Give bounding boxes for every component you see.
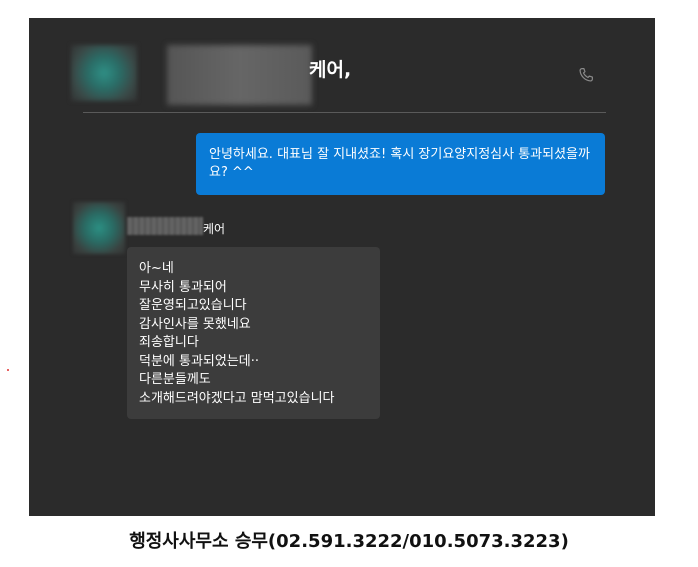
sender-name-redacted [127, 217, 203, 235]
message-line: 아~네 [139, 261, 174, 276]
sender-avatar[interactable] [73, 202, 125, 254]
page: 케어, 안녕하세요. 대표님 잘 지내셨죠! 혹시 장기요양지정심사 통과되셨을… [0, 0, 698, 567]
message-line: 죄송합니다 [139, 335, 199, 350]
contact-avatar[interactable] [71, 45, 137, 101]
contact-name-redacted [167, 45, 312, 105]
sender-name: 케어 [203, 222, 226, 236]
header-divider [83, 112, 606, 113]
message-line: 다른분들께도 [139, 372, 211, 387]
chat-window: 케어, 안녕하세요. 대표님 잘 지내셨죠! 혹시 장기요양지정심사 통과되셨을… [29, 18, 655, 516]
outgoing-message-bubble: 안녕하세요. 대표님 잘 지내셨죠! 혹시 장기요양지정심사 통과되셨을까요? … [196, 133, 605, 195]
message-line: 잘운영되고있습니다 [139, 298, 247, 313]
stray-mark [7, 369, 9, 371]
message-line: 덕분에 통과되었는데·· [139, 353, 260, 369]
incoming-message-bubble: 아~네 무사히 통과되어 잘운영되고있습니다 감사인사를 못했네요 죄송합니다 … [127, 247, 380, 419]
phone-icon[interactable] [577, 66, 595, 84]
message-line: 무사히 통과되어 [139, 279, 227, 295]
caption: 행정사사무소 승무(02.591.3222/010.5073.3223) [129, 531, 569, 552]
message-line: 감사인사를 못했네요 [139, 316, 251, 332]
message-line: 소개해드려야겠다고 맘먹고있습니다 [139, 390, 335, 406]
contact-name: 케어, [309, 59, 352, 81]
